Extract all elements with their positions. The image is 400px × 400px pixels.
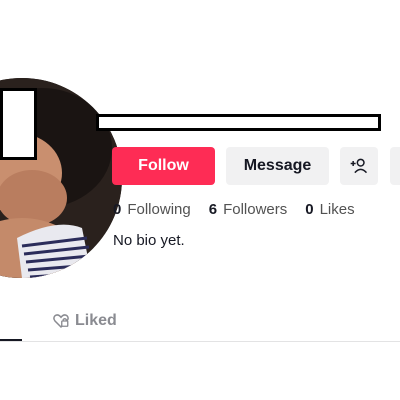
profile-stats: 0 Following 6 Followers 0 Likes [113,199,373,219]
followers-count: 6 [208,200,218,218]
add-user-button[interactable] [340,147,378,185]
stat-following[interactable]: 0 Following [113,201,191,218]
message-button-label: Message [243,157,312,174]
likes-label: Likes [319,200,355,218]
stat-likes: 0 Likes [305,201,354,218]
tab-liked[interactable]: Liked [52,310,117,332]
likes-count: 0 [305,200,314,218]
bio-text: No bio yet. [113,232,185,249]
heart-lock-icon [53,314,69,329]
avatar-redaction-box [0,88,37,160]
message-button[interactable]: Message [226,147,329,185]
more-options-button[interactable] [390,147,400,185]
following-count: 0 [113,200,122,218]
stat-followers[interactable]: 6 Followers [209,201,288,218]
follow-button[interactable]: Follow [112,147,215,185]
following-label: Following [127,200,191,218]
tab-liked-label: Liked [75,312,117,329]
username-redaction-box [96,114,381,131]
followers-label: Followers [223,200,288,218]
tab-divider [0,341,400,342]
profile-page: Follow Message 0 Following 6 Followers 0… [0,0,400,400]
add-user-icon [350,158,368,174]
follow-button-label: Follow [138,157,189,174]
